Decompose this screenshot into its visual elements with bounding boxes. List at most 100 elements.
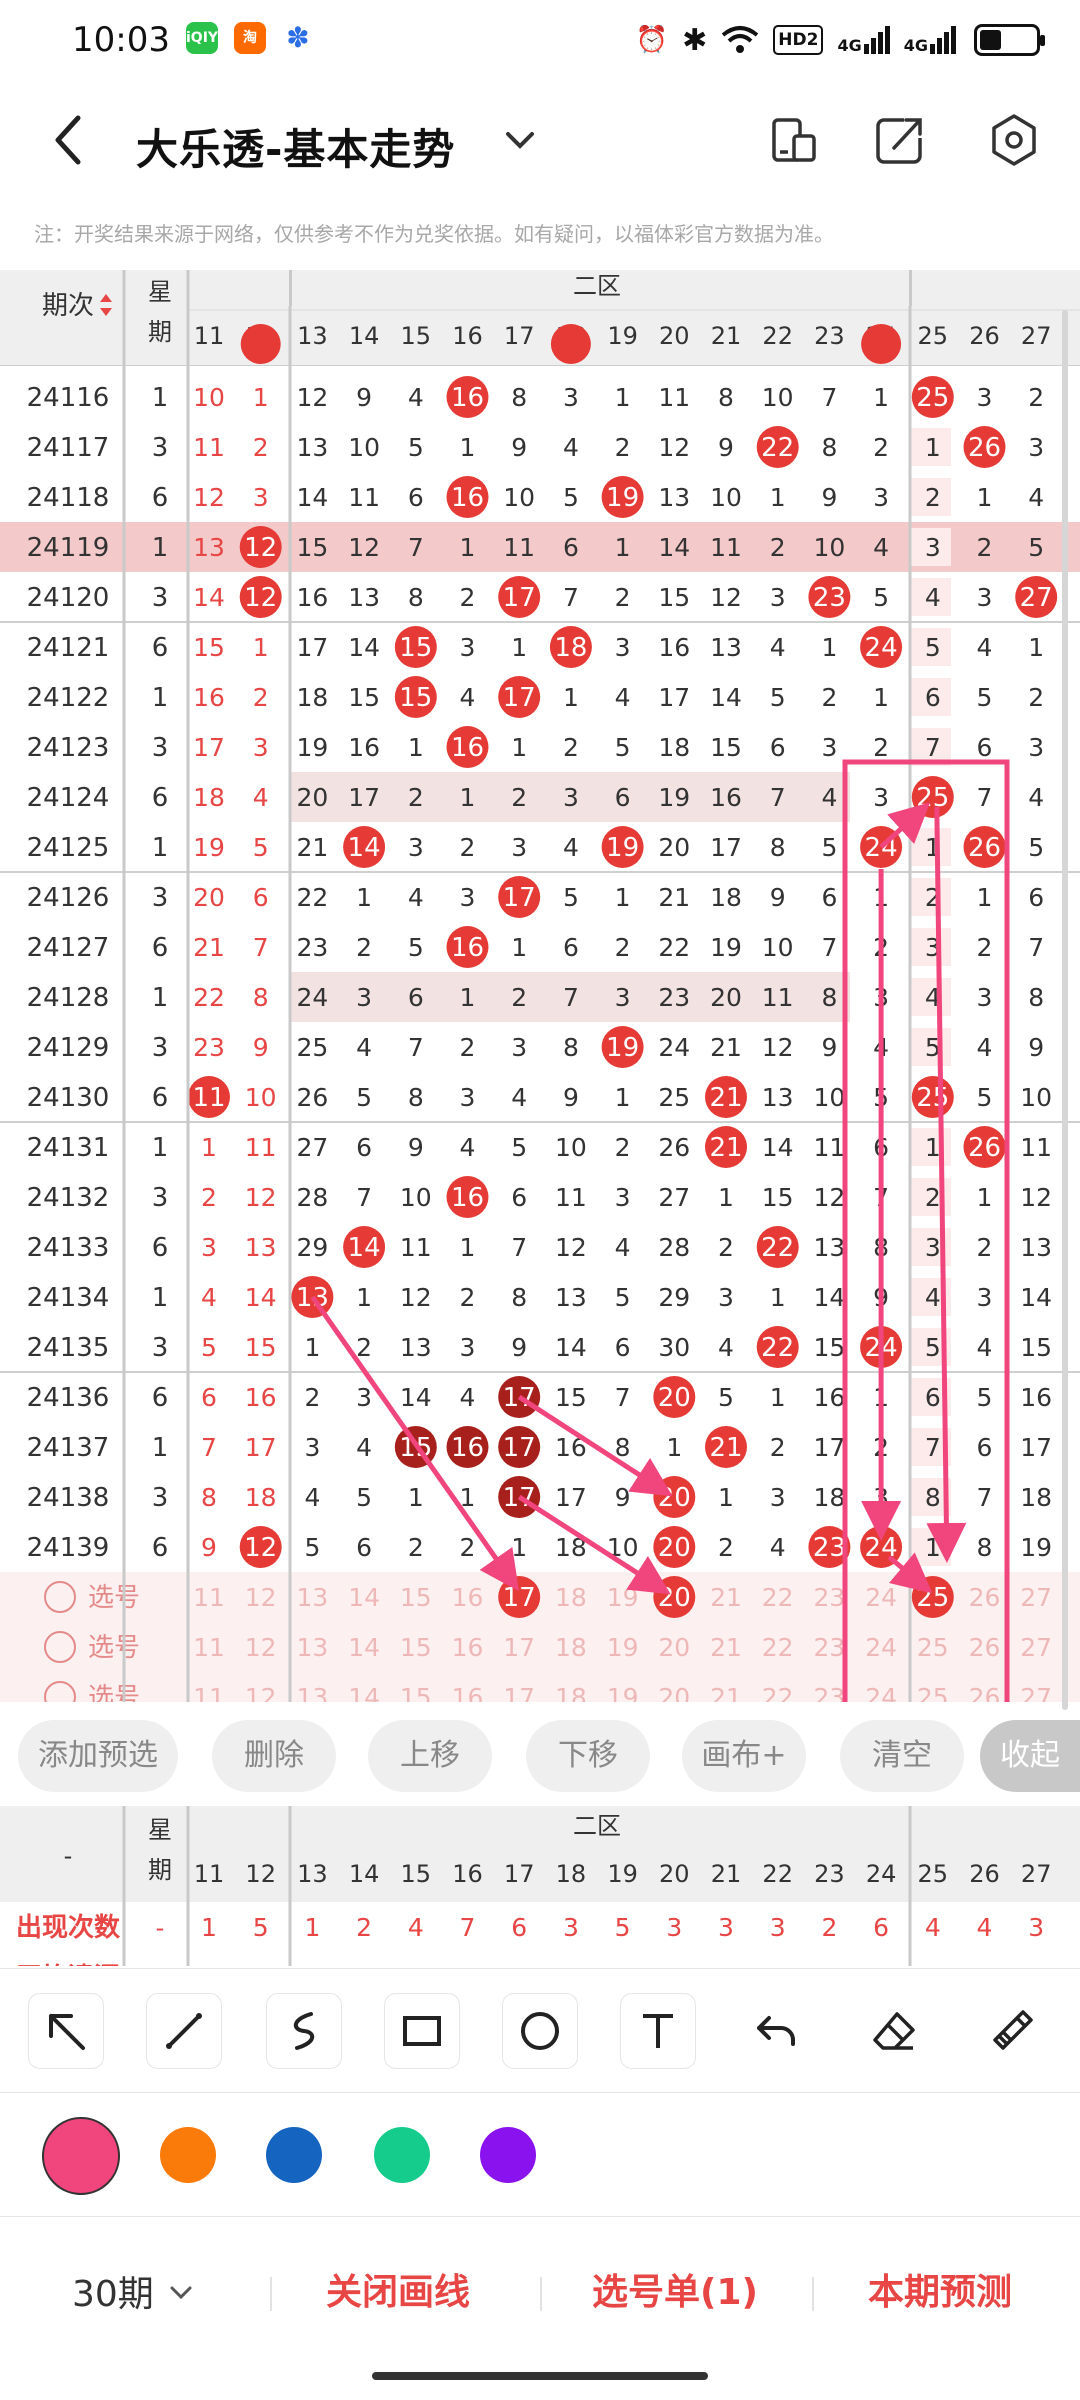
cell-value: 6 xyxy=(925,1383,941,1412)
move-up-button[interactable]: 上移 xyxy=(368,1720,492,1792)
hit-number: 12 xyxy=(244,1533,277,1563)
rectangle-tool[interactable] xyxy=(384,1993,460,2069)
trend-grid[interactable]: 期次星期二区1112131415161718192021222324252627… xyxy=(0,270,1080,1702)
week-day: 6 xyxy=(152,1083,169,1113)
pick-option: 11 xyxy=(193,1633,225,1662)
number-header: 27 xyxy=(1021,322,1052,350)
pick-option: 14 xyxy=(348,1633,380,1662)
cell-value: 14 xyxy=(658,533,690,562)
cell-value: 1 xyxy=(615,383,631,412)
cell-value: 4 xyxy=(770,1533,786,1562)
cell-value: 8 xyxy=(201,1483,217,1512)
hit-number: 17 xyxy=(503,883,536,913)
hit-ball-partial xyxy=(861,324,902,364)
cell-value: 9 xyxy=(1028,1033,1044,1062)
stat-value: 5 xyxy=(615,1913,631,1942)
cell-value: 18 xyxy=(710,883,742,912)
delete-button[interactable]: 删除 xyxy=(212,1720,336,1792)
cell-value: 5 xyxy=(304,1533,320,1562)
scrollbar[interactable] xyxy=(1062,310,1068,1710)
share-icon[interactable] xyxy=(870,110,930,170)
number-header: 23 xyxy=(814,1860,845,1888)
line-tool[interactable] xyxy=(146,1993,222,2069)
stat-value: 3 xyxy=(718,1913,734,1942)
cell-value: 11 xyxy=(400,1233,432,1262)
number-header: 11 xyxy=(194,322,225,350)
cell-value: 8 xyxy=(977,1533,993,1562)
cell-value: 4 xyxy=(253,783,269,812)
week-day: 3 xyxy=(152,1183,169,1213)
cell-value: 4 xyxy=(718,1333,734,1362)
cell-value: 1 xyxy=(925,1133,941,1162)
move-down-button[interactable]: 下移 xyxy=(526,1720,650,1792)
color-swatch-purple[interactable] xyxy=(480,2127,536,2183)
trend-table[interactable]: 期次星期二区1112131415161718192021222324252627… xyxy=(0,270,1080,1702)
text-tool[interactable] xyxy=(620,1993,696,2069)
cell-value: 2 xyxy=(977,533,993,562)
circle-tool[interactable] xyxy=(502,1993,578,2069)
color-swatch-orange[interactable] xyxy=(160,2127,216,2183)
cell-value: 18 xyxy=(1020,1483,1052,1512)
back-arrow-icon[interactable] xyxy=(40,110,100,170)
cell-value: 3 xyxy=(873,483,889,512)
color-swatch-blue[interactable] xyxy=(266,2127,322,2183)
cell-value: 22 xyxy=(193,983,225,1012)
cell-value: 4 xyxy=(460,1133,476,1162)
close-draw-button[interactable]: 关闭画线 xyxy=(326,2263,470,2315)
issue-number: 24136 xyxy=(27,1383,110,1413)
cell-value: 17 xyxy=(658,683,690,712)
canvas-plus-button[interactable]: 画布+ xyxy=(682,1720,806,1792)
pick-option: 25 xyxy=(917,1633,949,1662)
cell-value: 1 xyxy=(925,433,941,462)
page-title[interactable]: 大乐透-基本走势 xyxy=(136,116,455,177)
clear-button[interactable]: 清空 xyxy=(840,1720,964,1792)
color-swatch-pink[interactable] xyxy=(42,2117,120,2195)
text-icon xyxy=(643,2014,673,2048)
hit-number: 22 xyxy=(761,1333,794,1363)
add-preselect-button[interactable]: 添加预选 xyxy=(18,1720,178,1792)
arrow-tool[interactable] xyxy=(28,1993,104,2069)
period-selector[interactable]: 30期 xyxy=(72,2265,196,2317)
cell-value: 2 xyxy=(460,1033,476,1062)
cell-value: 1 xyxy=(356,1283,372,1312)
stat-value: 9 xyxy=(718,1963,734,1966)
cell-value: 7 xyxy=(770,783,786,812)
cell-value: 29 xyxy=(296,1233,328,1262)
cell-value: 8 xyxy=(408,1083,424,1112)
hit-number: 17 xyxy=(503,1433,536,1463)
cell-value: 13 xyxy=(348,583,380,612)
app-header: 大乐透-基本走势 xyxy=(0,80,1080,200)
undo-tool[interactable] xyxy=(738,1993,814,2069)
settings-icon[interactable] xyxy=(984,110,1044,170)
pick-list-button[interactable]: 选号单(1) xyxy=(592,2263,758,2315)
number-header: 12 xyxy=(245,1860,276,1888)
cell-value: 1 xyxy=(615,1083,631,1112)
cell-value: 5 xyxy=(201,1333,217,1362)
predict-button[interactable]: 本期预测 xyxy=(868,2263,1012,2315)
freehand-tool[interactable] xyxy=(266,1993,342,2069)
cell-value: 1 xyxy=(511,933,527,962)
hit-number: 12 xyxy=(244,583,277,613)
clear-drawing-tool[interactable] xyxy=(974,1993,1050,2069)
number-header: 20 xyxy=(659,1860,690,1888)
cell-value: 1 xyxy=(511,633,527,662)
hit-number: 19 xyxy=(606,833,639,863)
pick-option: 21 xyxy=(710,1583,742,1612)
cell-value: 18 xyxy=(193,783,225,812)
hit-number: 21 xyxy=(709,1133,742,1163)
hit-number: 24 xyxy=(865,633,898,663)
cell-value: 1 xyxy=(977,1183,993,1212)
number-header: 17 xyxy=(504,322,535,350)
cell-value: 5 xyxy=(873,583,889,612)
stat-value: 5 xyxy=(253,1913,269,1942)
cell-value: 11 xyxy=(245,1133,277,1162)
device-icon[interactable] xyxy=(764,110,824,170)
number-header: 24 xyxy=(866,1860,897,1888)
home-indicator[interactable] xyxy=(372,2372,708,2380)
cell-value: 28 xyxy=(296,1183,328,1212)
eraser-tool[interactable] xyxy=(856,1993,932,2069)
pick-option: 27 xyxy=(1020,1633,1052,1662)
color-swatch-green[interactable] xyxy=(374,2127,430,2183)
collapse-button[interactable]: 收起 xyxy=(980,1720,1080,1792)
chevron-down-icon[interactable] xyxy=(500,120,540,160)
